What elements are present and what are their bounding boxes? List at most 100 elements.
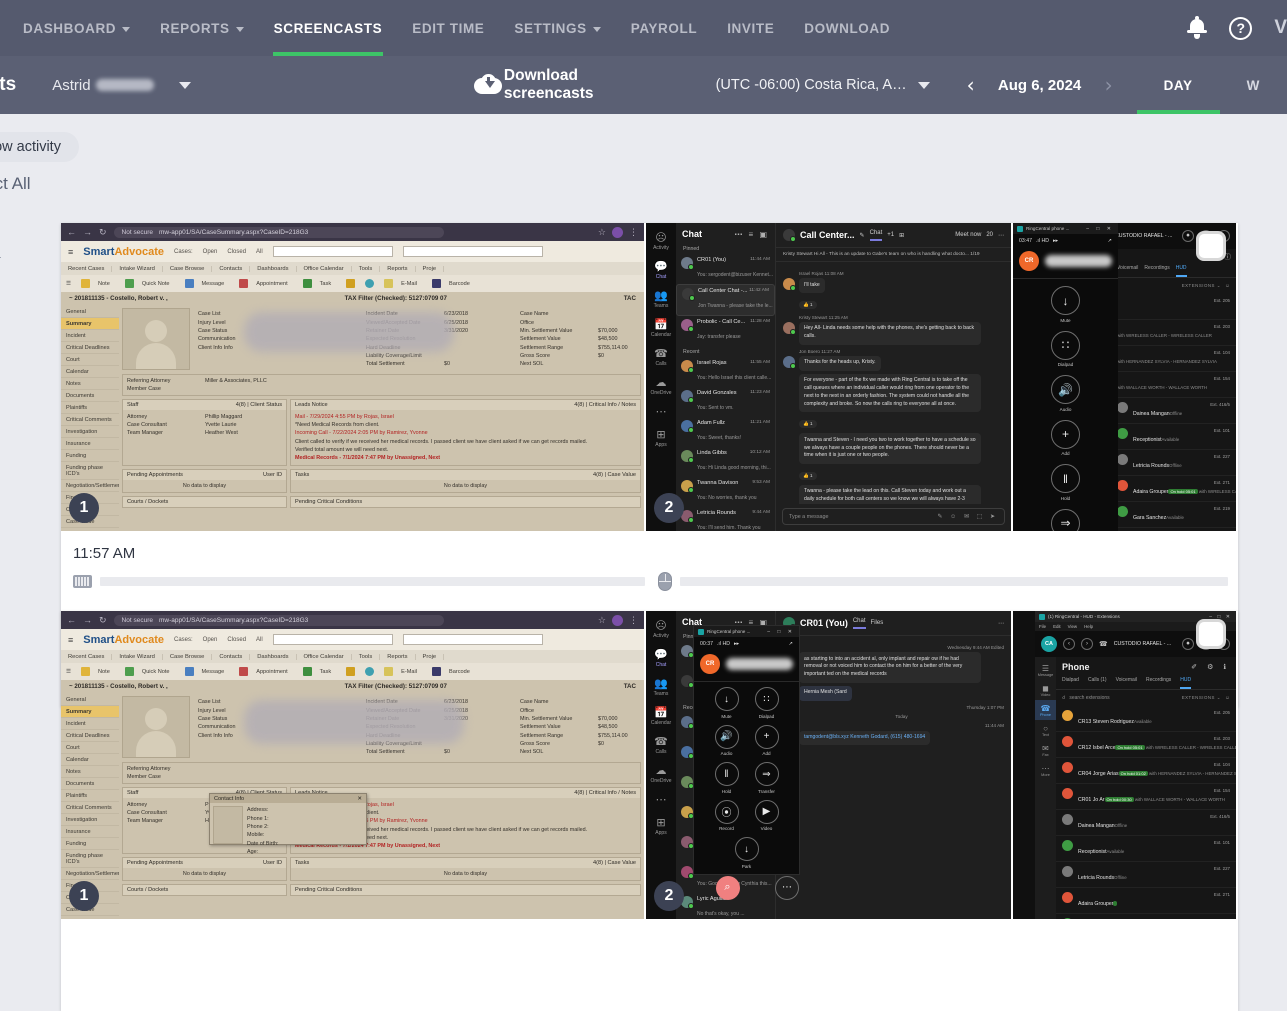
- case-search-select[interactable]: [272, 246, 393, 257]
- sidebar-item-insurance[interactable]: Insurance: [61, 826, 119, 838]
- list-item[interactable]: Linda Gibbs10:12 AMYou: Hi Linda good mo…: [676, 447, 775, 477]
- edit-icon[interactable]: ✎: [860, 232, 865, 239]
- reaction-badge[interactable]: 👍 1: [799, 300, 817, 309]
- radio-open[interactable]: Open: [203, 637, 218, 643]
- select-all-link[interactable]: elect All: [0, 174, 31, 194]
- rail-item-chat[interactable]: 💬 Chat: [646, 256, 676, 285]
- dialpad-button[interactable]: ∷ Dialpad: [752, 687, 782, 719]
- sidebar-item-calendar[interactable]: Calendar: [61, 754, 119, 766]
- rail-item-fax[interactable]: ✉Fax: [1035, 740, 1056, 760]
- sidebar-item-incident[interactable]: Incident: [61, 718, 119, 730]
- nav-item-download[interactable]: DOWNLOAD: [789, 0, 905, 56]
- nav-item-settings[interactable]: SETTINGS: [499, 0, 615, 56]
- mouse-activity-track[interactable]: [680, 577, 1228, 586]
- tab-hud[interactable]: HUD: [1180, 677, 1192, 689]
- tab-day[interactable]: DAY: [1136, 56, 1220, 114]
- sidebar-item-critical-deadlines[interactable]: Critical Deadlines: [61, 342, 119, 354]
- case-search-input[interactable]: [402, 634, 543, 645]
- case-search-input[interactable]: [402, 246, 543, 257]
- sidebar-item-case-expenses[interactable]: Case Expenses: [61, 916, 119, 920]
- user-selector[interactable]: Astrid: [52, 77, 191, 94]
- menu-reports[interactable]: Reports: [380, 265, 416, 272]
- close-icon[interactable]: ✕: [357, 796, 362, 802]
- menu-case-browse[interactable]: Case Browse: [163, 653, 213, 660]
- prev-day-button[interactable]: ‹: [957, 75, 985, 95]
- transfer-button[interactable]: ⇒Transfer: [1047, 508, 1085, 531]
- menu-dashboards[interactable]: Dashboards: [250, 653, 297, 660]
- table-row[interactable]: Gara SanchezAvailableExt. 219: [1111, 502, 1236, 528]
- tab-more[interactable]: +1: [887, 232, 894, 238]
- dialpad-button[interactable]: ∷ Dialpad: [1047, 330, 1085, 367]
- rail-item-calls[interactable]: ☎ Calls: [646, 343, 676, 372]
- search-extensions-input[interactable]: ☌ search extensions EXTENSIONS ⌄ ☺: [1056, 690, 1236, 706]
- meet-now-button[interactable]: Meet now: [955, 232, 981, 238]
- rail-item-teams[interactable]: 👥 Teams: [646, 285, 676, 314]
- menu-dashboards[interactable]: Dashboards: [250, 265, 297, 272]
- prev-icon[interactable]: ‹: [1063, 638, 1075, 650]
- rail-item-more[interactable]: ⋯: [646, 789, 676, 812]
- screenshot-thumbnail[interactable]: CUSTODIO RAFAEL - ... ⏺ ⏸ ⌄ ✎ ⚙ ⓘ Voicem…: [1013, 223, 1236, 531]
- sidebar-item-funding-phase[interactable]: Funding phase ICD's: [61, 462, 119, 480]
- account-avatar[interactable]: CA: [1041, 636, 1057, 652]
- window-controls[interactable]: – □ ✕: [1086, 226, 1114, 232]
- more-icon[interactable]: ⋯: [998, 620, 1004, 627]
- toolbar-quick-note[interactable]: Quick Note: [120, 279, 180, 288]
- list-item[interactable]: Twanna Davison9:53 AMYou: No worries, th…: [676, 477, 775, 507]
- star-icon[interactable]: ☆: [598, 615, 606, 626]
- screenshot-thumbnail[interactable]: ← → ↻ Not secure mw-app01/SA/CaseSummary…: [61, 223, 646, 531]
- sidebar-item-court[interactable]: Court: [61, 354, 119, 366]
- message-link[interactable]: tamgodent@bls.xyz Kenneth Godard, (615) …: [799, 730, 931, 746]
- sidebar-item-negotiation[interactable]: Negotiation/Settlement: [61, 480, 123, 492]
- rail-item-apps[interactable]: ⊞ Apps: [646, 812, 676, 841]
- toolbar-email[interactable]: E-Mail: [379, 279, 427, 288]
- hold-button[interactable]: ‖ Hold: [1047, 464, 1085, 501]
- user-initial[interactable]: V: [1274, 17, 1287, 39]
- table-row[interactable]: Dainea ManganOffline Ext. 416/5: [1111, 398, 1236, 424]
- toolbar-lock-icon[interactable]: [341, 667, 360, 676]
- menu-case-browse[interactable]: Case Browse: [163, 265, 213, 272]
- toolbar-appointment[interactable]: Appointment: [234, 279, 297, 288]
- rail-item-phone[interactable]: ☎Phone: [1035, 700, 1056, 720]
- radio-closed[interactable]: Closed: [227, 637, 246, 643]
- bell-icon[interactable]: [1187, 16, 1208, 39]
- toolbar-note[interactable]: Note: [76, 667, 120, 676]
- rail-item-video[interactable]: ◼Video: [1035, 680, 1056, 700]
- mute-button[interactable]: ↓ Mute: [1047, 286, 1085, 323]
- stop-recording-button[interactable]: [1196, 231, 1226, 261]
- popout-icon[interactable]: ↗: [1108, 238, 1112, 244]
- tab-recordings[interactable]: Recordings: [1146, 677, 1171, 689]
- avatar[interactable]: [612, 614, 623, 626]
- tab-week[interactable]: W: [1220, 56, 1287, 114]
- tab-voicemail[interactable]: Voicemail: [1117, 265, 1138, 277]
- transfer-button[interactable]: ⇒Transfer: [752, 762, 782, 794]
- nav-item-screencasts[interactable]: SCREENCASTS: [259, 0, 398, 56]
- address-bar[interactable]: Not secure mw-app01/SA/CaseSummary.aspx?…: [113, 614, 444, 626]
- table-row[interactable]: Adaira Grouper Ext. 271: [1056, 888, 1236, 914]
- toolbar-barcode[interactable]: Barcode: [427, 279, 480, 288]
- sidebar-item-funding[interactable]: Funding: [61, 450, 119, 462]
- star-icon[interactable]: ☆: [598, 227, 606, 238]
- nav-item-edit-time[interactable]: EDIT TIME: [397, 0, 499, 56]
- reaction-badge[interactable]: 👍 1: [799, 420, 817, 429]
- table-row[interactable]: Adaira Grouper On hold 05:01 with WIRELES…: [1111, 476, 1236, 502]
- rail-item-message[interactable]: ☰Message: [1035, 660, 1056, 680]
- sidebar-item-plaintiffs[interactable]: Plaintiffs: [61, 790, 119, 802]
- sidebar-item-investigation[interactable]: Investigation: [61, 426, 119, 438]
- toolbar-quick-note[interactable]: Quick Note: [120, 667, 180, 676]
- window-controls[interactable]: – □ ✕: [767, 629, 795, 635]
- radio-all[interactable]: All: [256, 249, 263, 255]
- list-item[interactable]: Probolic - Call Ce... 11:28 AM Jay: transf…: [676, 316, 775, 346]
- list-item[interactable]: David Gonzales11:23 AMYou: Sent to vm.: [676, 387, 775, 417]
- table-row[interactable]: CR04 Jorge Arias On hold 01:02 with HERNA…: [1056, 758, 1236, 784]
- help-icon[interactable]: ?: [1229, 16, 1253, 40]
- rail-item-text[interactable]: ○Text: [1035, 720, 1056, 740]
- toolbar-note[interactable]: Note: [76, 279, 120, 288]
- forward-icon[interactable]: →: [83, 227, 92, 237]
- audio-button[interactable]: 🔊 Audio: [712, 724, 742, 756]
- more-icon[interactable]: ⋯: [998, 232, 1004, 239]
- sidebar-item-summary[interactable]: Summary: [61, 706, 119, 718]
- pinned-message[interactable]: Kristy Stewart Hi All - This is an updat…: [776, 248, 1011, 262]
- more-button[interactable]: ⋯: [775, 875, 799, 900]
- menu-projects[interactable]: Proje: [416, 265, 445, 272]
- menu-recent-cases[interactable]: Recent Cases: [61, 653, 113, 660]
